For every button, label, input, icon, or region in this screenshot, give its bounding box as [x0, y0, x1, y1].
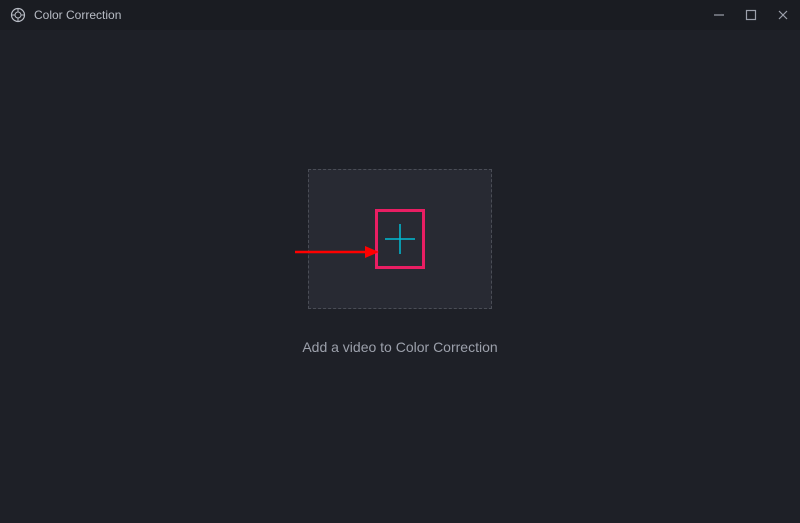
video-dropzone[interactable] [308, 169, 492, 309]
content-wrapper: Add a video to Color Correction [302, 169, 497, 355]
app-icon [10, 7, 26, 23]
minimize-button[interactable] [712, 8, 726, 22]
plus-icon [383, 222, 417, 256]
maximize-button[interactable] [744, 8, 758, 22]
main-content: Add a video to Color Correction [0, 30, 800, 523]
highlight-box-annotation [375, 209, 425, 269]
titlebar: Color Correction [0, 0, 800, 30]
window-controls [712, 8, 790, 22]
window-title: Color Correction [34, 8, 121, 22]
instruction-text: Add a video to Color Correction [302, 339, 497, 355]
titlebar-left: Color Correction [10, 7, 121, 23]
close-button[interactable] [776, 8, 790, 22]
